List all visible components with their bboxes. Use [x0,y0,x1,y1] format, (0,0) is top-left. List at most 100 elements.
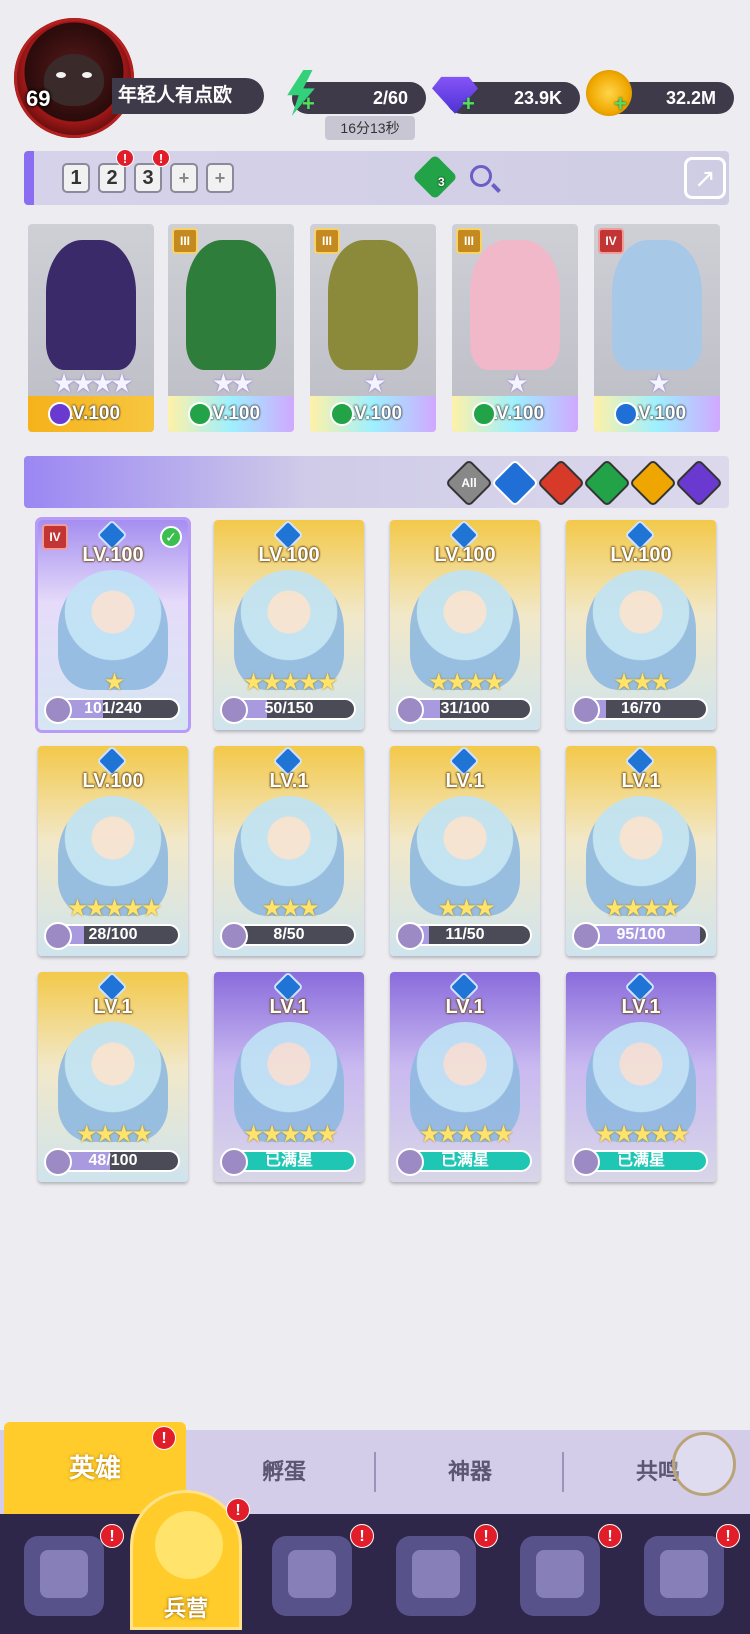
hero-card[interactable]: LV.1 ★★★ 11/50 [390,746,540,956]
hero-level: LV.1 [269,996,309,1018]
filter-fire-icon[interactable] [536,458,586,508]
filter-dark-icon[interactable] [674,458,724,508]
add-coins-icon[interactable]: + [614,88,627,120]
dice-icon[interactable] [412,154,458,200]
nav-badge: ! [100,1524,124,1548]
team-hero-3[interactable]: III ★ LV.100 [310,224,436,432]
shard-icon [572,696,600,724]
team-tab-add-1[interactable]: + [170,163,198,193]
hero-level: LV.100 [310,396,436,432]
energy-value: 2/60 [372,88,408,108]
compass-icon[interactable] [672,1432,736,1496]
hero-portrait-icon [46,240,136,370]
hero-level: LV.1 [445,996,485,1018]
hero-card[interactable]: LV.1 ★★★★★ 已满星 [566,972,716,1182]
energy-counter[interactable]: + 2/60 [287,70,426,116]
shard-icon [396,922,424,950]
share-icon[interactable]: ↗ [684,157,726,199]
coin-counter[interactable]: + 32.2M [586,70,734,116]
filter-water-icon[interactable] [490,458,540,508]
nav-cards[interactable] [24,1536,104,1616]
header: 69 年轻人有点欧 + 2/60 16分13秒 + 23.9K + 32.2M [0,0,750,140]
nav-badge: ! [716,1524,740,1548]
rank-badge: III [314,228,340,254]
tab-heroes-badge: ! [152,1426,176,1450]
team-hero-1[interactable]: ★★★★ LV.100 [28,224,154,432]
hero-card[interactable]: LV.100 ★★★ 16/70 [566,520,716,730]
nav-book[interactable] [272,1536,352,1616]
shard-icon [572,1148,600,1176]
team-tab-3[interactable]: 3 [134,163,162,193]
player-name[interactable]: 年轻人有点欧 [112,78,264,114]
hero-stars: ★★★ [437,895,496,922]
hero-card[interactable]: LV.100 ★★★★★ 28/100 [38,746,188,956]
nav-badge: ! [474,1524,498,1548]
cards-icon [40,1550,88,1598]
hero-level: LV.1 [269,770,309,792]
filter-light-icon[interactable] [628,458,678,508]
rank-badge: III [456,228,482,254]
energy-timer: 16分13秒 [325,116,415,140]
hero-level: LV.100 [452,396,578,432]
nav-banner[interactable] [644,1536,724,1616]
hero-card[interactable]: LV.1 ★★★★ 95/100 [566,746,716,956]
shard-icon [44,696,72,724]
shard-icon [220,922,248,950]
hero-level: LV.100 [434,544,496,566]
tab-artifacts[interactable]: 神器 [376,1430,564,1514]
search-icon[interactable] [470,165,492,187]
hero-stars: ★ [103,669,126,696]
filter-all[interactable]: All [444,458,494,508]
hero-stars: ★★★★★ [418,1121,515,1148]
gem-counter[interactable]: + 23.9K [432,76,580,116]
team-hero-5[interactable]: IV ★ LV.100 [594,224,720,432]
team-hero-2[interactable]: III ★★ LV.100 [168,224,294,432]
wind-element-icon [330,402,354,426]
energy-icon [287,70,315,116]
hero-stars: ★★★★ [75,1121,153,1148]
nav-castle[interactable] [396,1536,476,1616]
hero-level: LV.1 [93,996,133,1018]
rank-badge: IV [598,228,624,254]
wind-element-icon [188,402,212,426]
hero-card[interactable]: LV.1 ★★★★ 48/100 [38,972,188,1182]
hero-stars: ★ [505,368,528,398]
hero-level: LV.100 [28,396,154,432]
hero-level: LV.100 [610,544,672,566]
hero-level: LV.100 [168,396,294,432]
hero-portrait-icon [328,240,418,370]
shard-icon [44,1148,72,1176]
hero-card[interactable]: IV ✓ LV.100 ★ 101/240 [38,520,188,730]
gem-value: 23.9K [513,88,562,108]
hero-level: LV.1 [621,996,661,1018]
hero-stars: ★★★★ [52,368,133,398]
team-tab-2[interactable]: 2 [98,163,126,193]
hero-stars: ★★★★★ [242,1121,339,1148]
hero-card[interactable]: LV.1 ★★★★★ 已满星 [390,972,540,1182]
add-gems-icon[interactable]: + [462,88,475,120]
shard-icon [396,1148,424,1176]
sub-tabs: 英雄 ! 孵蛋 神器 共鸣 [0,1422,750,1514]
water-element-icon [614,402,638,426]
team-tab-2-badge: ! [116,149,134,167]
hero-stars: ★ [363,368,386,398]
team-tab-3-badge: ! [152,149,170,167]
team-tab-1[interactable]: 1 [62,163,90,193]
hero-stars: ★★ [211,368,255,398]
add-energy-icon[interactable]: + [302,88,315,120]
team-hero-4[interactable]: III ★ LV.100 [452,224,578,432]
hero-card[interactable]: LV.1 ★★★ 8/50 [214,746,364,956]
filter-wind-icon[interactable] [582,458,632,508]
shard-icon [220,696,248,724]
hero-card[interactable]: LV.100 ★★★★★ 50/150 [214,520,364,730]
hero-level: LV.100 [258,544,320,566]
team-tab-add-2[interactable]: + [206,163,234,193]
hero-stars: ★★★★★ [594,1121,691,1148]
hero-card[interactable]: LV.100 ★★★★ 31/100 [390,520,540,730]
hero-portrait-icon [612,240,702,370]
hero-portrait-icon [470,240,560,370]
hero-card[interactable]: LV.1 ★★★★★ 已满星 [214,972,364,1182]
hero-level: LV.100 [594,396,720,432]
hero-level: LV.100 [82,770,144,792]
nav-mushroom[interactable] [520,1536,600,1616]
